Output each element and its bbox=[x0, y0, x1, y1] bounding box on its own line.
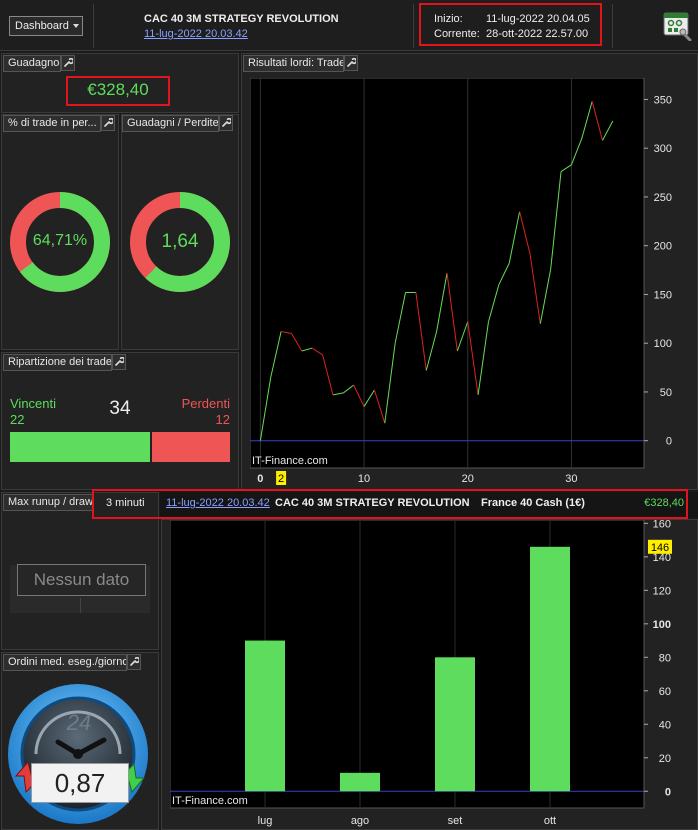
monthly-chart-bar bbox=[530, 546, 570, 792]
wrench-icon bbox=[104, 118, 113, 127]
ordini-value: 0,87 bbox=[31, 763, 129, 803]
monthly-chart-ytick-label: 20 bbox=[659, 753, 671, 765]
trade-chart-xtick-label: 20 bbox=[462, 473, 474, 485]
wrench-icon bbox=[347, 58, 356, 67]
trade-chart-ytick-label: 200 bbox=[654, 241, 672, 253]
info-timeframe: 3 minuti bbox=[106, 497, 145, 509]
trade-split-bar bbox=[10, 432, 230, 462]
wrench-icon bbox=[64, 58, 73, 67]
trade-results-chart: 0 50 100 150 200 250 300 350 0 10 20 30 2 IT-Financ… bbox=[250, 78, 672, 485]
trade-chart-ytick-label: 350 bbox=[654, 94, 672, 106]
dashboard-dropdown-label: Dashboard bbox=[15, 20, 69, 32]
monthly-chart-xtick-label: ago bbox=[351, 815, 369, 827]
inizio-value: 11-lug-2022 20.04.05 bbox=[486, 13, 590, 25]
monthly-chart-watermark: IT-Finance.com bbox=[172, 795, 248, 807]
trade-chart-ytick-label: 100 bbox=[654, 338, 672, 350]
trade-chart-ytick-label: 150 bbox=[654, 289, 672, 301]
perdenti-value: 12 bbox=[215, 412, 230, 427]
corrente-value: 28-ott-2022 22.57.00 bbox=[486, 28, 589, 40]
strategy-date-link[interactable]: 11-lug-2022 20.03.42 bbox=[144, 28, 248, 40]
strategy-settings-icon[interactable] bbox=[663, 11, 693, 42]
guadagni-perdite-settings-button[interactable] bbox=[219, 115, 233, 131]
guadagni-perdite-value: 1,64 bbox=[161, 231, 199, 252]
monthly-results-chart: 020406080100120140160146 lug ago set ott IT… bbox=[170, 520, 672, 827]
info-strategy: CAC 40 3M STRATEGY REVOLUTION bbox=[275, 497, 470, 509]
monthly-chart-ytick-label: 60 bbox=[659, 686, 671, 698]
monthly-chart-ytick-label: 160 bbox=[653, 520, 671, 530]
monthly-chart-ytick-label: 40 bbox=[659, 719, 671, 731]
monthly-chart-ytick-label: 120 bbox=[653, 585, 671, 597]
trade-chart-settings-button[interactable] bbox=[344, 55, 358, 71]
ripartizione-title: Ripartizione dei trade bbox=[3, 354, 112, 371]
guadagni-perdite-title: Guadagni / Perdite bbox=[122, 115, 219, 132]
clock-gauge-icon bbox=[8, 684, 148, 824]
runup-empty-label: Nessun dato bbox=[17, 564, 146, 596]
header-divider-3 bbox=[612, 4, 613, 48]
vincenti-value: 22 bbox=[10, 412, 25, 427]
monthly-chart-xtick-label: set bbox=[448, 815, 463, 827]
trade-split-win-bar bbox=[10, 432, 153, 462]
perdenti-label: Perdenti bbox=[181, 396, 230, 411]
chevron-down-icon bbox=[72, 24, 79, 28]
monthly-chart-xtick-label: ott bbox=[544, 815, 556, 827]
monthly-chart-ytick-label: 100 bbox=[653, 619, 671, 631]
dashboard-dropdown[interactable]: Dashboard bbox=[9, 16, 83, 36]
wrench-icon bbox=[115, 357, 124, 366]
trade-chart-xtick-label: 10 bbox=[358, 473, 370, 485]
info-value: €328,40 bbox=[644, 497, 684, 509]
ordini-settings-button[interactable] bbox=[127, 654, 141, 670]
monthly-chart-highlight-label: 146 bbox=[651, 542, 669, 554]
runup-title: Max runup / draw bbox=[3, 494, 93, 511]
pct-trade-title: % di trade in per... bbox=[3, 115, 101, 132]
clock-gauge-label: 24 bbox=[66, 710, 92, 735]
trade-chart-watermark: IT-Finance.com bbox=[252, 455, 328, 467]
trade-chart-ytick-label: 250 bbox=[654, 192, 672, 204]
trade-chart-ytick-label: 50 bbox=[660, 387, 672, 399]
ripartizione-settings-button[interactable] bbox=[112, 354, 126, 370]
info-instrument: France 40 Cash (1€) bbox=[481, 497, 585, 509]
guadagno-title: Guadagno bbox=[3, 55, 61, 72]
trade-chart-ytick-label: 300 bbox=[654, 143, 672, 155]
pct-trade-value: 64,71% bbox=[32, 232, 88, 249]
monthly-chart-bar bbox=[340, 772, 380, 792]
strategy-title: CAC 40 3M STRATEGY REVOLUTION bbox=[144, 13, 339, 25]
guadagno-value: €328,40 bbox=[87, 80, 149, 99]
monthly-chart-bar bbox=[245, 640, 285, 792]
monthly-chart-xtick-label: lug bbox=[258, 815, 273, 827]
wrench-icon bbox=[222, 118, 231, 127]
header-divider-2 bbox=[413, 4, 414, 48]
inizio-label: Inizio: bbox=[434, 13, 463, 25]
trade-chart-title: Risultati lordi: Trade bbox=[243, 55, 344, 72]
info-date-link[interactable]: 11-lug-2022 20.03.42 bbox=[166, 497, 270, 509]
trade-chart-highlight-tick: 2 bbox=[278, 473, 284, 485]
ordini-title: Ordini med. eseg./giorno bbox=[3, 654, 127, 671]
corrente-label: Corrente: bbox=[434, 28, 480, 40]
wrench-icon bbox=[130, 657, 139, 666]
guadagno-settings-button[interactable] bbox=[61, 55, 75, 71]
total-trades-value: 34 bbox=[109, 398, 131, 419]
header-divider-1 bbox=[93, 4, 94, 48]
monthly-chart-bar bbox=[435, 657, 475, 792]
pct-trade-settings-button[interactable] bbox=[101, 115, 115, 131]
monthly-chart-ytick-label: 80 bbox=[659, 652, 671, 664]
trade-chart-xtick-label: 30 bbox=[565, 473, 577, 485]
vincenti-label: Vincenti bbox=[10, 396, 57, 411]
trade-chart-xtick-label: 0 bbox=[257, 473, 263, 485]
trade-chart-ytick-label: 0 bbox=[666, 436, 672, 448]
monthly-chart-ytick-label: 0 bbox=[665, 786, 671, 798]
